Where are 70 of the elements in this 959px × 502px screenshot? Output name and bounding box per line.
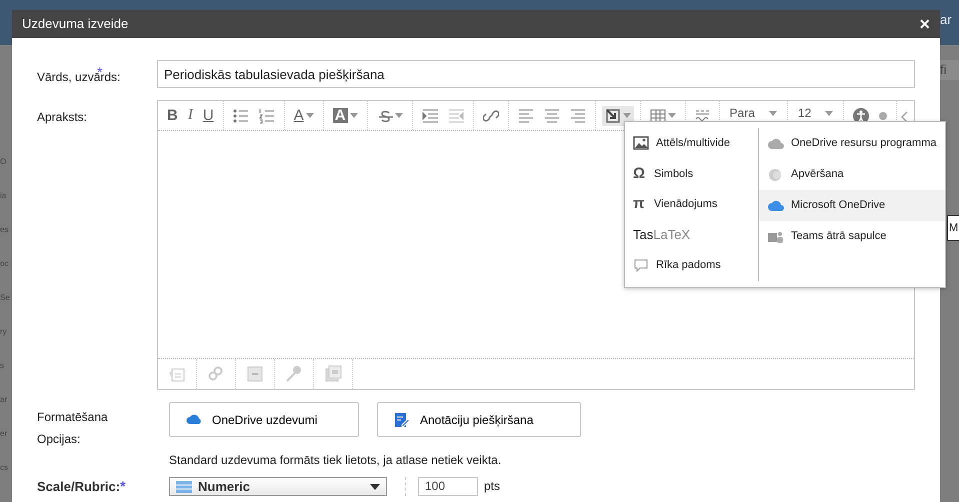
font-color-button[interactable]: A bbox=[290, 106, 317, 125]
insert-icon bbox=[604, 108, 621, 124]
unit-label: pts bbox=[484, 478, 500, 495]
background-text: oc bbox=[0, 258, 10, 270]
background-text: ry bbox=[0, 326, 8, 338]
underline-button[interactable]: U bbox=[200, 106, 217, 125]
list-icon bbox=[232, 108, 249, 124]
help-text: Standard uzdevuma formāts tiek lietots, ja atlase netiek veikta. bbox=[168, 452, 502, 469]
chevron-left-icon bbox=[900, 110, 908, 123]
field-label: Scale/Rubric: bbox=[37, 479, 120, 494]
field-label: Formatēšana bbox=[37, 409, 109, 426]
numbered-list-icon bbox=[258, 108, 275, 124]
background-text: es bbox=[0, 224, 10, 236]
table-icon bbox=[650, 108, 666, 124]
circle-icon bbox=[767, 166, 784, 182]
dot-icon bbox=[879, 112, 888, 120]
align-right-icon bbox=[570, 108, 586, 124]
scale-select[interactable]: Numeric bbox=[169, 477, 387, 496]
menu-item[interactable]: π Vienādojums bbox=[625, 189, 758, 220]
background-text: Se bbox=[0, 292, 11, 304]
menu-item[interactable]: Ω Simbols bbox=[625, 158, 758, 190]
option-button[interactable]: Anotāciju piešķiršana bbox=[377, 402, 581, 437]
menu-item[interactable]: Rīka padoms bbox=[625, 250, 758, 281]
outdent-icon bbox=[448, 108, 464, 124]
speech-bubble-icon bbox=[633, 258, 649, 274]
caret-icon bbox=[825, 110, 834, 116]
menu-item[interactable]: Teams ātrā sapulce bbox=[759, 221, 945, 252]
background-text: ar bbox=[0, 394, 8, 406]
align-left-icon bbox=[518, 108, 534, 124]
close-button[interactable]: × bbox=[919, 15, 930, 33]
list-icon bbox=[176, 480, 192, 494]
name-field[interactable]: Periodiskās tabulasievada piešķiršana bbox=[157, 60, 915, 88]
menu-item[interactable]: Attēls/multivide bbox=[625, 128, 758, 159]
glyph-icon: π bbox=[633, 193, 647, 216]
background-text: fi bbox=[940, 60, 959, 80]
italic-button[interactable]: I bbox=[184, 106, 196, 125]
window-title: Uzdevuma izveide bbox=[22, 15, 128, 34]
background-text: er bbox=[0, 428, 8, 440]
field-label: Apraksts: bbox=[37, 110, 88, 124]
menu-item[interactable]: TasLaTeX bbox=[625, 220, 758, 250]
menu-item[interactable]: Apvēršana bbox=[759, 159, 945, 190]
option-button[interactable]: OneDrive uzdevumi bbox=[169, 402, 359, 437]
format-select[interactable]: Para bbox=[726, 104, 781, 122]
link-icon bbox=[482, 108, 499, 124]
microphone-icon bbox=[285, 365, 303, 384]
caret-icon bbox=[768, 110, 777, 116]
caret-icon bbox=[370, 484, 380, 490]
tooltip: M bbox=[947, 215, 959, 241]
align-center-icon bbox=[544, 108, 560, 124]
chain-icon bbox=[207, 365, 225, 384]
menu-item[interactable]: OneDrive resursu programma bbox=[759, 128, 945, 159]
spellcheck-icon bbox=[694, 110, 710, 121]
points-field[interactable]: 100 bbox=[418, 477, 478, 496]
background-text: ia bbox=[0, 190, 8, 202]
required-mark: * bbox=[120, 478, 126, 494]
highlight-button[interactable]: A bbox=[330, 106, 361, 125]
background-text: O bbox=[0, 156, 8, 168]
background-text: ar bbox=[940, 11, 953, 29]
field-label: Opcijas: bbox=[37, 431, 82, 448]
indent-icon bbox=[422, 108, 438, 124]
edit-document-icon bbox=[394, 412, 410, 428]
glyph-icon: Ω bbox=[633, 162, 647, 186]
container-icon bbox=[246, 365, 264, 384]
insert-button[interactable] bbox=[602, 106, 634, 126]
image-icon bbox=[633, 135, 649, 152]
background-text: cs bbox=[0, 462, 9, 474]
format-select[interactable]: 12 bbox=[794, 104, 838, 122]
menu-item[interactable]: Microsoft OneDrive bbox=[759, 190, 945, 221]
bold-button[interactable]: B bbox=[164, 106, 181, 125]
background-text: s bbox=[0, 360, 5, 372]
